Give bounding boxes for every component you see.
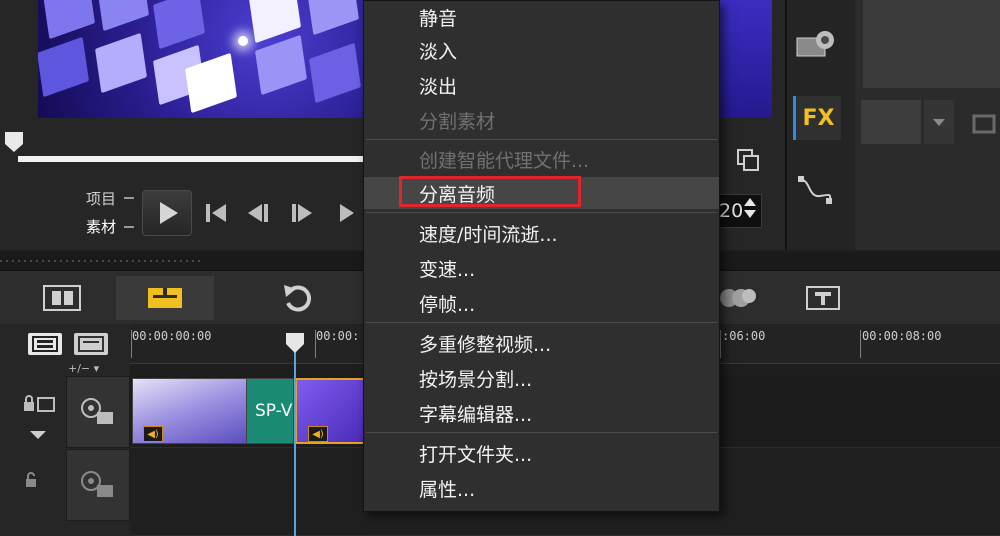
transition-icon (720, 289, 756, 307)
menu-item-subtitle-editor[interactable]: 字幕编辑器... (364, 397, 719, 429)
menu-item-speed-time-lapse[interactable]: 速度/时间流逝... (364, 217, 719, 249)
path-motion-icon[interactable] (796, 174, 836, 206)
preview-canvas (38, 0, 363, 118)
step-forward-icon (298, 204, 312, 222)
settings-icon[interactable] (970, 108, 1000, 138)
previous-frame-button[interactable] (248, 200, 268, 226)
title-button[interactable] (800, 276, 846, 320)
fx-label: FX (802, 105, 835, 131)
undo-button[interactable] (262, 276, 332, 320)
video-clip-3-selected[interactable] (295, 378, 365, 444)
project-mode-label[interactable]: 项目 (86, 188, 116, 209)
spin-up-icon[interactable] (744, 198, 756, 206)
title-icon (806, 286, 840, 310)
menu-item-fade-out[interactable]: 淡出 (364, 69, 719, 101)
media-library-icon[interactable] (795, 28, 839, 60)
library-thumbnail[interactable] (863, 0, 1000, 88)
timecode-1: 00:00: (316, 329, 360, 343)
show-all-tracks-toggle[interactable] (28, 333, 62, 355)
clip-context-menu: 静音 淡入 淡出 分割素材 创建智能代理文件... 分离音频 速度/时间流逝..… (363, 0, 720, 512)
menu-separator (366, 139, 717, 140)
lock-overlay-icon[interactable] (22, 470, 42, 490)
clip-mode-label[interactable]: 素材 (86, 216, 116, 237)
annotation-highlight-box (399, 176, 581, 207)
overlay-track-header[interactable] (66, 449, 130, 521)
menu-separator (366, 432, 717, 433)
timecode-spin-value: 20 (719, 200, 744, 222)
menu-item-split-clip[interactable]: 分割素材 (364, 104, 719, 136)
timecode-2: :06:00 (722, 329, 766, 343)
storyboard-view-button[interactable] (12, 276, 112, 320)
skip-start-icon (212, 204, 226, 222)
menu-item-freeze-frame[interactable]: 停帧... (364, 287, 719, 319)
spin-arrows[interactable] (744, 198, 756, 218)
menu-separator (366, 322, 717, 323)
preview-canvas-edge (720, 0, 772, 118)
ruler-tick (720, 330, 721, 358)
library-filter-box[interactable] (861, 100, 921, 144)
filters-fx-button[interactable]: FX (793, 96, 841, 140)
track-list-icon (32, 336, 58, 352)
ruler-tick (315, 330, 316, 358)
timecode-0: 00:00:00:00 (132, 329, 212, 343)
volume-glyph: ◀) (312, 428, 324, 440)
skip-end-icon (340, 204, 354, 222)
audio-volume-icon[interactable]: ◀) (308, 426, 328, 442)
go-to-start-button[interactable] (206, 200, 226, 226)
clip-title: SP-V (255, 401, 293, 421)
menu-item-multi-trim[interactable]: 多重修整视频... (364, 327, 719, 359)
copy-icon[interactable] (736, 148, 760, 172)
menu-item-open-folder[interactable]: 打开文件夹... (364, 437, 719, 469)
track-manager-toggle[interactable] (74, 333, 108, 355)
ruler-tick (131, 330, 132, 358)
track-manager-icon (78, 336, 104, 352)
menu-item-create-smart-proxy[interactable]: 创建智能代理文件... (364, 143, 719, 175)
ruler-tick (860, 330, 861, 358)
filmstrip-icon (43, 285, 81, 311)
zoom-control[interactable]: +/− ▾ (68, 362, 99, 375)
menu-item-properties[interactable]: 属性... (364, 472, 719, 504)
timeline-view-icon (148, 288, 182, 308)
library-dropdown[interactable] (924, 100, 954, 144)
play-button[interactable] (142, 190, 192, 236)
spin-down-icon[interactable] (744, 210, 756, 218)
video-clip-2[interactable]: SP-V (246, 378, 294, 444)
menu-separator (366, 212, 717, 213)
menu-item-variable-speed[interactable]: 变速... (364, 252, 719, 284)
project-mode-dash (124, 197, 134, 199)
menu-item-mute[interactable]: 静音 (364, 1, 719, 33)
menu-item-split-by-scene[interactable]: 按场景分割... (364, 362, 719, 394)
volume-glyph: ◀) (147, 428, 159, 440)
video-track-header[interactable] (66, 376, 130, 448)
audio-volume-icon[interactable]: ◀) (143, 426, 163, 442)
play-icon (160, 202, 178, 224)
track-expand-icon[interactable] (30, 431, 46, 439)
overlay-track-icon (81, 471, 113, 497)
timecode-3: 00:00:08:00 (862, 329, 942, 343)
timeline-view-button[interactable] (116, 276, 214, 320)
clip-mode-dash (124, 226, 134, 228)
playhead-line (294, 352, 296, 536)
scrubber-bar[interactable] (18, 156, 363, 162)
menu-item-fade-in[interactable]: 淡入 (364, 34, 719, 66)
video-track-icon (81, 398, 113, 424)
next-frame-button[interactable] (292, 200, 312, 226)
undo-icon (284, 285, 312, 312)
go-to-end-button[interactable] (340, 200, 354, 226)
chevron-down-icon (933, 118, 945, 126)
lock-track-icon[interactable] (22, 394, 58, 414)
step-back-icon (248, 204, 262, 222)
